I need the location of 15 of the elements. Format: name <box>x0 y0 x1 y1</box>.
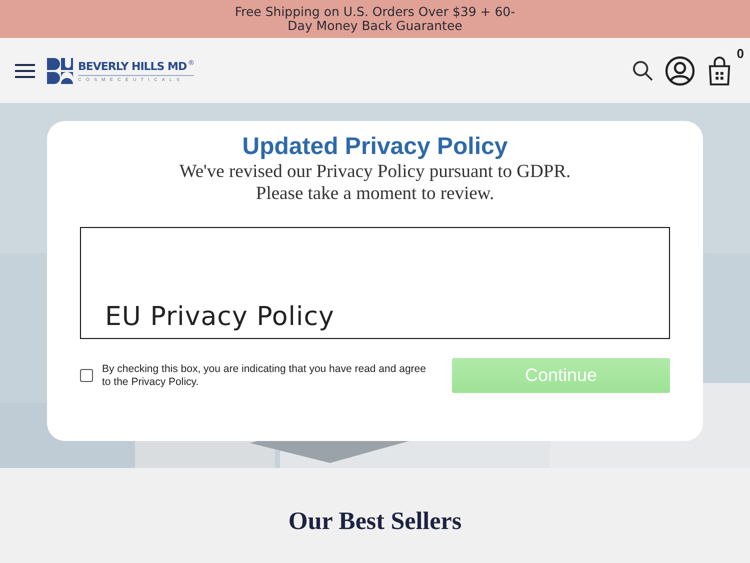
consent-label: By checking this box, you are indicating that you have read and agree to the Privacy Policy. <box>102 362 427 388</box>
consent-checkbox[interactable] <box>80 369 93 382</box>
logo-name[interactable]: BEVERLY HILLS MD <box>78 60 187 72</box>
dialog-subtitle: Please take a moment to review. <box>256 183 494 205</box>
shopping-bag-icon[interactable] <box>707 56 732 86</box>
dialog-subtitle: We've revised our Privacy Policy pursuant to GDPR. <box>179 161 571 183</box>
policy-heading: EU Privacy Policy <box>105 302 334 332</box>
account-icon[interactable] <box>665 56 695 86</box>
logo-icon[interactable] <box>47 58 73 84</box>
section-title: Our Best Sellers <box>288 508 462 537</box>
promo-text: Free Shipping on U.S. Orders Over $39 + 60-Day Money Back Guarantee <box>234 5 516 33</box>
search-icon[interactable] <box>632 60 653 81</box>
cart-count: 0 <box>736 46 744 60</box>
menu-icon[interactable] <box>15 62 35 78</box>
dialog-title: Updated Privacy Policy <box>242 133 508 161</box>
